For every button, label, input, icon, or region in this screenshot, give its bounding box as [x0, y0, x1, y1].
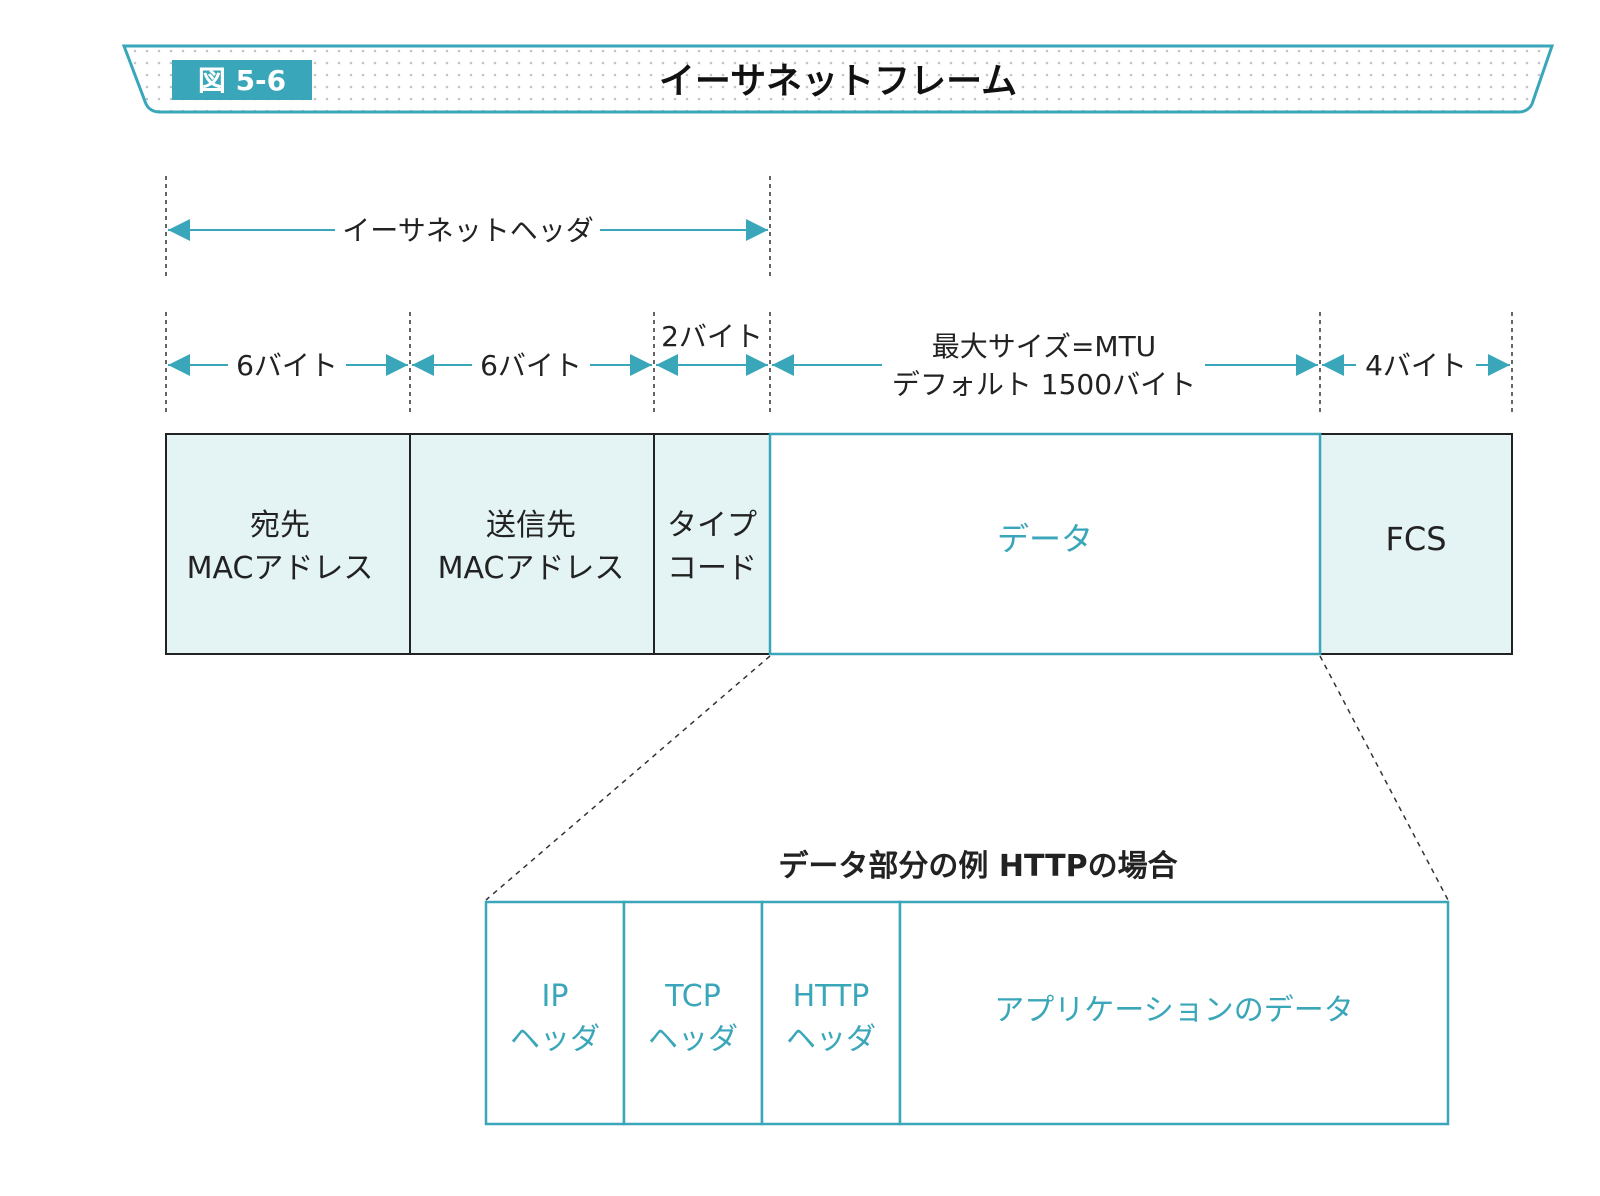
zoom-line-right [1319, 655, 1449, 901]
fcs-size-label: 4バイト [1365, 349, 1467, 382]
tcp-header-line2: ヘッダ [648, 1022, 738, 1057]
type-size-label: 2バイト [661, 320, 763, 353]
header-span-arrowhead-right [746, 219, 768, 241]
type-field-line2: コード [667, 551, 757, 586]
type-field-line1: タイプ [667, 508, 757, 543]
dest-size-label: 6バイト [236, 349, 338, 382]
ip-header-line2: ヘッダ [510, 1022, 600, 1057]
data-size-label-line1: 最大サイズ=MTU [932, 330, 1156, 363]
data-field-label: データ [997, 520, 1093, 558]
fcs-field-label: FCS [1385, 520, 1446, 558]
figure-label: 図 5-6 [198, 64, 286, 97]
tcp-header-line1: TCP [664, 979, 721, 1014]
example-title: データ部分の例 HTTPの場合 [778, 849, 1177, 884]
dest-field-line2: MACアドレス [187, 551, 374, 586]
ethernet-frame [165, 432, 1513, 656]
header-span-label: イーサネットヘッダ [342, 214, 593, 247]
figure-banner: 図 5-6 イーサネットフレーム [121, 44, 1555, 114]
zoom-line-left [485, 655, 771, 901]
ip-header-line1: IP [542, 979, 569, 1014]
http-header-line2: ヘッダ [786, 1022, 876, 1057]
ethernet-frame-diagram: 図 5-6 イーサネットフレーム イーサネットヘッダ 6バイト 6バイト 2バイ… [121, 44, 1555, 1126]
data-size-label-line2: デフォルト 1500バイト [892, 368, 1196, 401]
dest-field-line1: 宛先 [250, 508, 310, 543]
figure-title: イーサネットフレーム [659, 61, 1017, 102]
header-span: イーサネットヘッダ [165, 176, 771, 280]
size-arrows [168, 354, 1510, 376]
header-span-arrowhead-left [168, 219, 190, 241]
src-mac-field [409, 433, 655, 655]
app-data-label: アプリケーションのデータ [994, 993, 1353, 1028]
src-size-label: 6バイト [480, 349, 582, 382]
src-field-line2: MACアドレス [438, 551, 625, 586]
dest-mac-field [165, 433, 411, 655]
src-field-line1: 送信先 [486, 508, 576, 543]
type-code-field [653, 433, 771, 655]
http-header-line1: HTTP [793, 979, 870, 1014]
